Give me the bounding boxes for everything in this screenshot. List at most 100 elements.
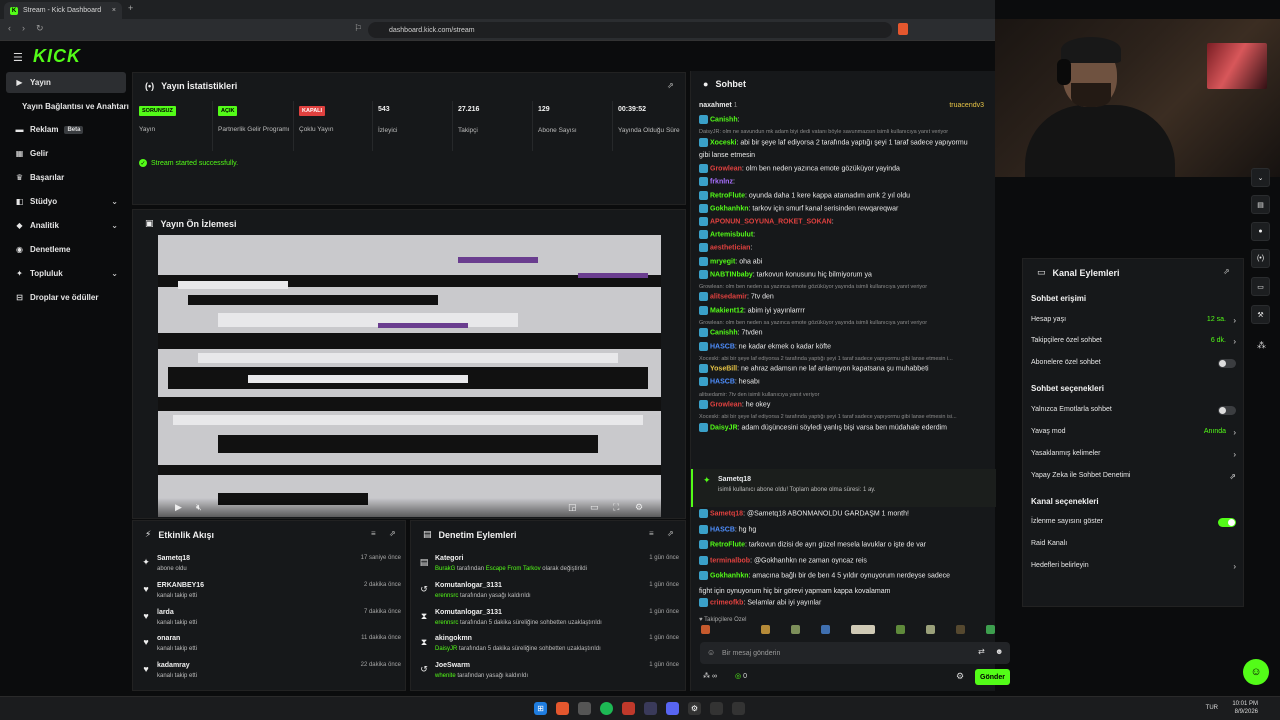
event-user[interactable]: larda <box>157 609 174 616</box>
setting-banned-words[interactable]: Yasaklanmış kelimeler › <box>1031 450 1236 462</box>
apps-icon[interactable]: ⁂ <box>1257 340 1266 351</box>
emote-icon[interactable] <box>896 625 905 634</box>
video-player[interactable] <box>158 235 661 517</box>
chat-icon[interactable]: ● <box>1251 222 1270 241</box>
chat-input[interactable]: ☺ Bir mesaj gönderin ⇄ ☻ <box>700 642 1010 664</box>
smile-icon[interactable]: ☺ <box>707 648 715 657</box>
sidebar-item-topluluk[interactable]: ✦ Topluluk ⌄ <box>6 263 126 284</box>
viewer-mode-indicator[interactable]: ⁂ ∞ <box>703 672 717 680</box>
chat-username[interactable]: YoseBill <box>710 366 737 373</box>
popout-icon[interactable]: ⇗ <box>667 529 674 538</box>
emote-icon[interactable] <box>791 625 800 634</box>
sidebar-item-yayin[interactable]: ▶ Yayın <box>6 72 126 93</box>
pip-icon[interactable]: ◲ <box>568 502 577 513</box>
emote-icon[interactable] <box>761 625 770 634</box>
chat-username[interactable]: Sametq18 <box>710 510 743 517</box>
theater-icon[interactable]: ▭ <box>590 502 599 513</box>
close-tab-icon[interactable]: × <box>112 7 116 14</box>
help-chat-button[interactable]: ☺ <box>1243 659 1269 685</box>
popout-icon[interactable]: ⇗ <box>667 81 674 90</box>
sidebar-item-droplar[interactable]: ⊟ Droplar ve ödüller <box>6 287 126 308</box>
kick-logo[interactable]: KICK <box>33 46 81 67</box>
popout-icon[interactable]: ⇗ <box>1223 267 1230 276</box>
sidebar-item-reklam[interactable]: ▬ Reklam Beta <box>6 119 126 140</box>
sidebar-item-studyo[interactable]: ◧ Stüdyo ⌄ <box>6 191 126 212</box>
chat-username[interactable]: Canishh <box>710 116 738 123</box>
setting-emote-only[interactable]: Yalnızca Emotlarla sohbet <box>1031 406 1236 418</box>
clipboard-icon[interactable]: ▤ <box>1251 195 1270 214</box>
app-icon[interactable] <box>732 702 745 715</box>
settings-icon[interactable]: ⚙ <box>635 502 643 513</box>
mod-actor[interactable]: BurakG <box>435 566 455 572</box>
emote-only-toggle[interactable] <box>1218 406 1236 415</box>
chat-username[interactable]: RetroFlute <box>710 192 745 199</box>
chat-username[interactable]: Growlean <box>710 165 742 172</box>
sidebar-item-basarilar[interactable]: ♛ Başarılar <box>6 167 126 188</box>
chat-username[interactable]: Makient12 <box>710 307 744 314</box>
chat-username[interactable]: HASCB <box>710 379 735 386</box>
menu-icon[interactable]: ☰ <box>13 51 23 64</box>
play-icon[interactable]: ▶ <box>175 502 182 513</box>
show-viewers-toggle[interactable] <box>1218 518 1236 527</box>
emote-icon[interactable] <box>986 625 995 634</box>
system-clock[interactable]: 10:01 PM 8/9/2026 <box>1232 700 1258 716</box>
emote-icon[interactable] <box>926 625 935 634</box>
mute-icon[interactable]: 🔇︎ <box>196 502 202 513</box>
points-indicator[interactable]: ◎ 0 <box>735 672 747 680</box>
chat-username[interactable]: terminalbob <box>710 557 750 564</box>
setting-goals[interactable]: Hedefleri belirleyin › <box>1031 562 1236 574</box>
brave-shield-icon[interactable] <box>898 23 908 35</box>
mod-actor[interactable]: erennsrc <box>435 620 458 626</box>
sidebar-item-analitik[interactable]: ◆ Analitik ⌄ <box>6 215 126 236</box>
sidebar-item-gelir[interactable]: ▦ Gelir <box>6 143 126 164</box>
brave-icon[interactable] <box>556 702 569 715</box>
mod-target[interactable]: akingokmn <box>435 635 472 642</box>
chat-username[interactable]: Artemisbulut <box>710 231 753 238</box>
chat-username[interactable]: crimeofkb <box>710 599 743 606</box>
setting-ai-moderation[interactable]: Yapay Zeka ile Sohbet Denetimi ⇗ <box>1031 472 1236 484</box>
filter-icon[interactable]: ≡ <box>649 529 654 538</box>
video-icon[interactable]: ▭ <box>1251 277 1270 296</box>
emote-icon[interactable] <box>956 625 965 634</box>
wrench-icon[interactable]: ⚒︎ <box>1251 305 1270 324</box>
address-bar[interactable]: dashboard.kick.com/stream <box>368 22 892 38</box>
event-user[interactable]: Sametq18 <box>157 555 190 562</box>
subs-only-toggle[interactable] <box>1218 359 1236 368</box>
app-icon[interactable] <box>622 702 635 715</box>
chat-username[interactable]: DaisyJR <box>710 424 738 431</box>
mod-target[interactable]: JoeSwarm <box>435 662 470 669</box>
fullscreen-icon[interactable]: ⛶ <box>613 502 619 513</box>
chat-username[interactable]: Xoceski <box>710 139 736 146</box>
top-gifter[interactable]: truacendv3 <box>949 101 984 110</box>
settings-icon[interactable]: ⚙ <box>688 702 701 715</box>
sub-event-user[interactable]: Sametq18 <box>718 476 751 483</box>
filter-icon[interactable]: ≡ <box>371 529 376 538</box>
broadcast-icon[interactable]: (•) <box>1251 249 1270 268</box>
chat-settings-icon[interactable]: ⚙ <box>956 671 964 682</box>
sidebar-item-stream-key[interactable]: Yayın Bağlantısı ve Anahtarı <box>6 96 130 117</box>
chevron-down-icon[interactable]: ⌄ <box>1251 168 1270 187</box>
chat-username[interactable]: Canishh <box>710 330 738 337</box>
mod-actor[interactable]: whenite <box>435 673 456 679</box>
chat-username[interactable]: Growlean <box>710 401 742 408</box>
chat-username[interactable]: HASCB <box>710 343 735 350</box>
chat-username[interactable]: HASCB <box>710 526 735 533</box>
emote-icon[interactable] <box>821 625 830 634</box>
setting-slow-mode[interactable]: Yavaş mod Anında › <box>1031 428 1236 440</box>
app-icon[interactable] <box>644 702 657 715</box>
emoji-icon[interactable]: ☻ <box>995 647 1003 656</box>
new-tab-button[interactable]: + <box>128 3 133 13</box>
sidebar-item-denetleme[interactable]: ◉ Denetleme <box>6 239 126 260</box>
bookmark-icon[interactable]: ⚐ <box>354 23 362 34</box>
language-indicator[interactable]: TUR <box>1206 705 1218 711</box>
mod-actor[interactable]: DaisyJR <box>435 646 457 652</box>
obs-icon[interactable] <box>710 702 723 715</box>
setting-show-viewers[interactable]: İzlenme sayısını göster <box>1031 518 1236 530</box>
event-user[interactable]: onaran <box>157 635 180 642</box>
mod-target[interactable]: Komutanlogar_3131 <box>435 609 502 616</box>
spotify-icon[interactable] <box>600 702 613 715</box>
mod-target[interactable]: Komutanlogar_3131 <box>435 582 502 589</box>
chat-username[interactable]: NABTINbaby <box>710 271 753 278</box>
chat-username[interactable]: aesthetician <box>710 245 750 252</box>
translate-icon[interactable]: ⇄ <box>978 647 985 656</box>
